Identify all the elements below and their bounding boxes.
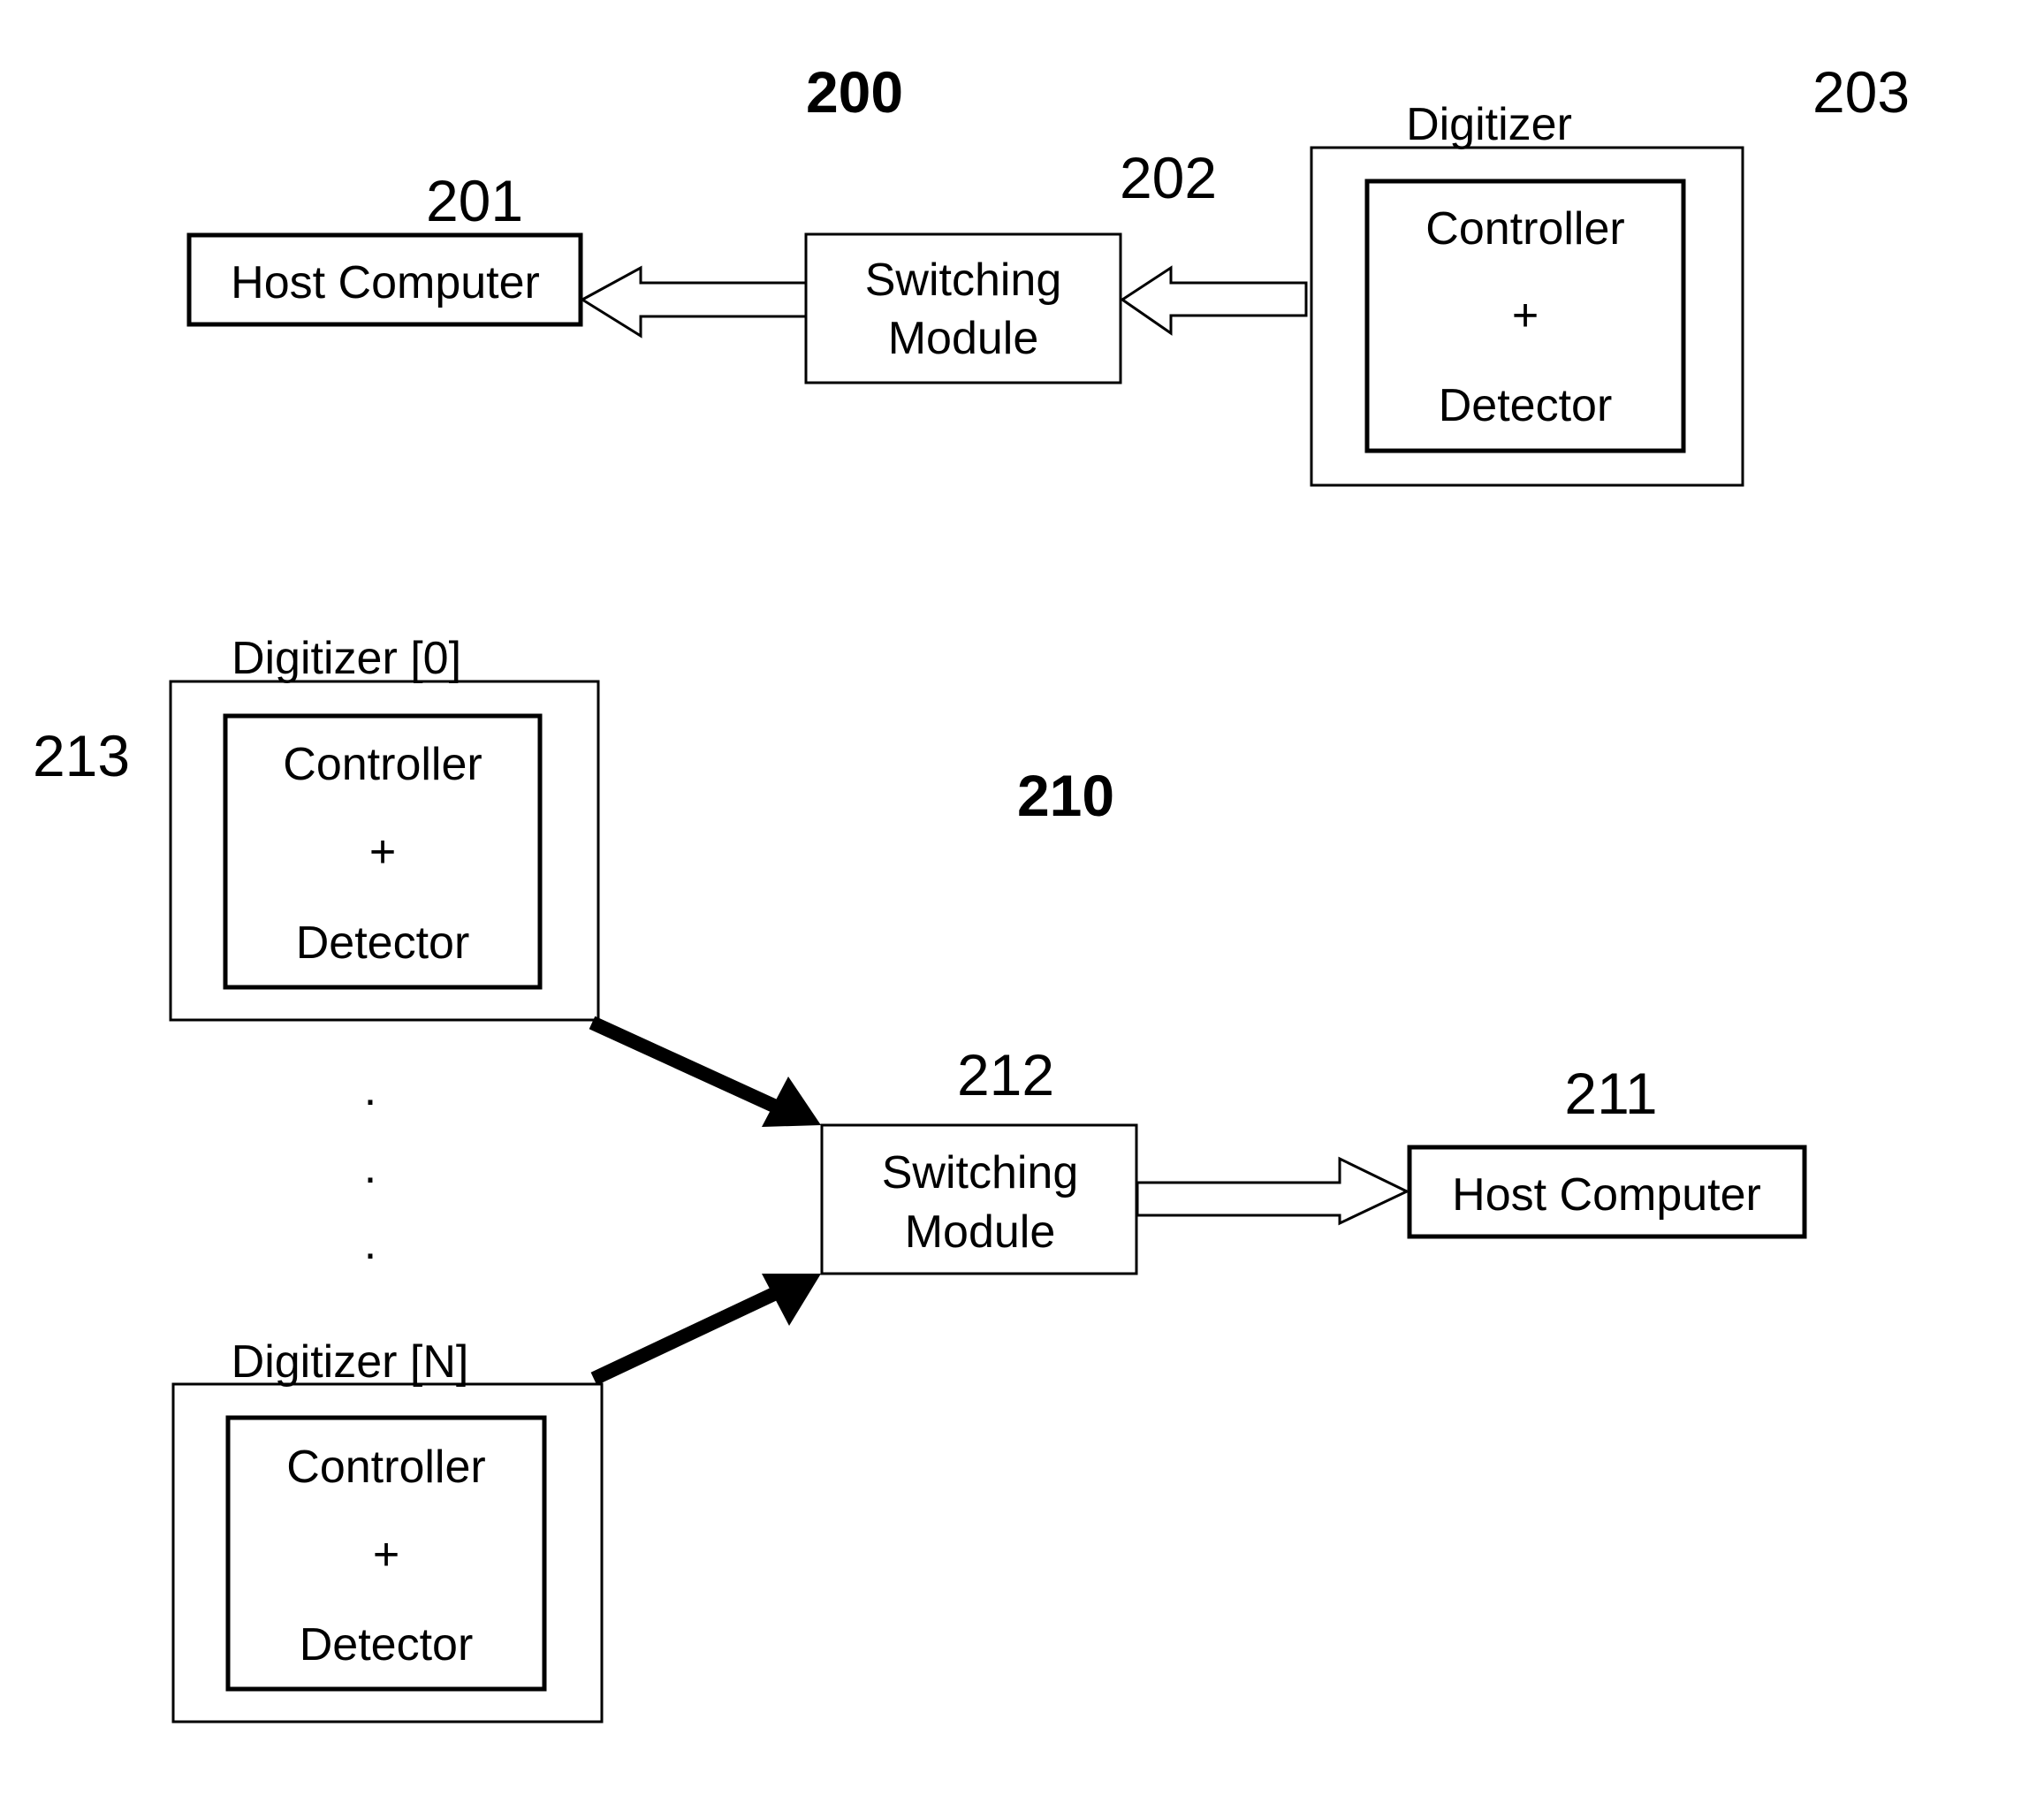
ref-202: 202 — [1120, 145, 1217, 210]
digitizer-0-controller-label: Controller — [283, 739, 482, 790]
ref-211: 211 — [1564, 1061, 1657, 1126]
block-diagram: 200 201 Host Computer 202 Switching Modu… — [33, 59, 1910, 1723]
ellipsis-dot-2: . — [364, 1142, 376, 1193]
figure-210: 210 213 Digitizer [0] Controller + Detec… — [33, 633, 1807, 1723]
arrow-digitizer-n-to-switch-shaft — [590, 1285, 781, 1386]
host-computer-label-201: Host Computer — [231, 257, 540, 308]
ellipsis-dot-1: . — [364, 1064, 376, 1115]
arrow-switch-to-host-top — [580, 265, 808, 339]
figure-number-200: 200 — [806, 59, 903, 125]
plus-label-203: + — [1512, 290, 1539, 341]
arrow-digitizer-to-switch-top — [1120, 265, 1308, 336]
digitizer-n-controller-label: Controller — [286, 1442, 485, 1493]
host-computer-label-211: Host Computer — [1452, 1169, 1761, 1221]
ref-212: 212 — [957, 1042, 1054, 1107]
detector-label-203: Detector — [1439, 380, 1613, 431]
digitizer-0-title: Digitizer [0] — [232, 633, 461, 684]
digitizer-0-detector-label: Detector — [296, 917, 470, 969]
digitizer-title-203: Digitizer — [1406, 99, 1572, 150]
ref-201: 201 — [426, 168, 523, 233]
figure-200: 200 201 Host Computer 202 Switching Modu… — [186, 59, 1910, 487]
arrow-switch-to-host-bottom — [1136, 1156, 1410, 1226]
digitizer-n-detector-label: Detector — [300, 1619, 474, 1670]
switching-module-line1-212: Switching — [882, 1147, 1079, 1198]
switching-module-line1-202: Switching — [865, 255, 1062, 306]
digitizer-0-plus-label: + — [369, 826, 396, 878]
figure-number-210: 210 — [1017, 763, 1114, 828]
ref-203: 203 — [1812, 59, 1910, 125]
switching-module-line2-202: Module — [888, 313, 1039, 364]
controller-label-203: Controller — [1425, 203, 1624, 255]
ellipsis-dot-3: . — [364, 1218, 376, 1269]
switching-module-line2-212: Module — [905, 1206, 1056, 1258]
ref-213: 213 — [33, 723, 130, 788]
digitizer-n-title: Digitizer [N] — [232, 1336, 469, 1388]
digitizer-n-plus-label: + — [373, 1529, 399, 1580]
arrow-digitizer-0-to-switch-shaft — [589, 1016, 781, 1115]
